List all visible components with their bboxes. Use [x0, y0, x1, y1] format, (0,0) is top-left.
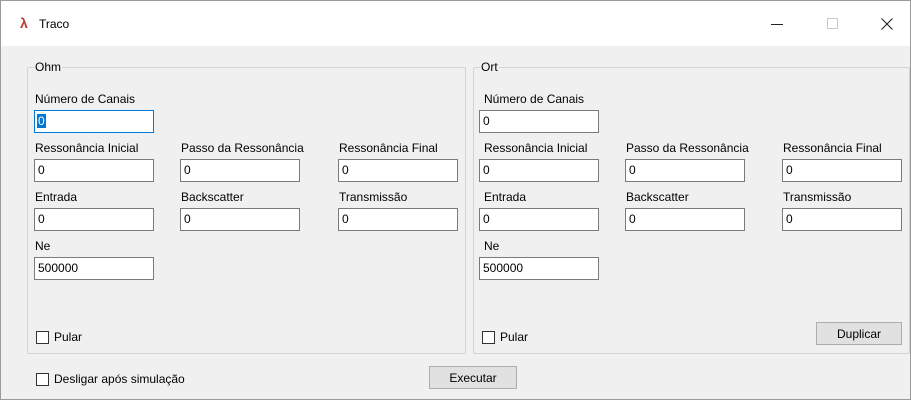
close-icon — [881, 17, 893, 30]
minimize-icon — [771, 23, 783, 25]
ort-passo-input[interactable]: 0 — [625, 159, 745, 182]
maximize-icon — [826, 18, 838, 29]
ohm-num-canais-input[interactable]: 0 — [34, 110, 154, 133]
ohm-pular-label: Pular — [54, 330, 83, 344]
ohm-passo-label: Passo da Ressonância — [181, 141, 304, 155]
ohm-num-canais-label: Número de Canais — [35, 92, 136, 106]
ort-pular-checkbox[interactable]: Pular — [482, 330, 528, 344]
ort-group-title: Ort — [481, 60, 498, 74]
minimize-button[interactable] — [754, 1, 800, 46]
ohm-ress-final-input[interactable]: 0 — [338, 159, 458, 182]
lambda-icon: λ — [20, 15, 28, 31]
ohm-transmissao-input[interactable]: 0 — [338, 208, 458, 231]
maximize-button[interactable] — [809, 1, 855, 46]
ort-entrada-label: Entrada — [484, 190, 527, 204]
ort-pular-label: Pular — [500, 330, 529, 344]
ohm-ress-final-label: Ressonância Final — [339, 141, 438, 155]
ort-num-canais-label: Número de Canais — [484, 92, 585, 106]
ohm-ne-label: Ne — [35, 239, 51, 253]
ort-ne-input[interactable]: 500000 — [479, 257, 599, 280]
ort-ress-final-input[interactable]: 0 — [782, 159, 902, 182]
ohm-ne-input[interactable]: 500000 — [34, 257, 154, 280]
ort-ress-inicial-label: Ressonância Inicial — [484, 141, 588, 155]
duplicar-button[interactable]: Duplicar — [816, 322, 902, 345]
ohm-ress-inicial-label: Ressonância Inicial — [35, 141, 139, 155]
desligar-box[interactable] — [36, 372, 49, 386]
desligar-label: Desligar após simulação — [54, 372, 185, 386]
ohm-entrada-label: Entrada — [35, 190, 78, 204]
ohm-backscatter-label: Backscatter — [181, 190, 244, 204]
ort-pular-box[interactable] — [482, 330, 495, 344]
desligar-checkbox[interactable]: Desligar após simulação — [36, 372, 185, 386]
ort-backscatter-input[interactable]: 0 — [625, 208, 745, 231]
ort-ne-label: Ne — [484, 239, 500, 253]
ohm-ress-inicial-input[interactable]: 0 — [34, 159, 154, 182]
close-button[interactable] — [864, 1, 910, 46]
ort-transmissao-label: Transmissão — [783, 190, 852, 204]
ohm-pular-checkbox[interactable]: Pular — [36, 330, 82, 344]
app-window: λ Traco Ohm Número de Canais 0 Ressonânc… — [0, 0, 911, 400]
ort-entrada-input[interactable]: 0 — [479, 208, 599, 231]
ohm-num-canais-value: 0 — [37, 114, 46, 128]
ohm-transmissao-label: Transmissão — [339, 190, 408, 204]
ort-passo-label: Passo da Ressonância — [626, 141, 749, 155]
ohm-group-title: Ohm — [35, 60, 62, 74]
ohm-passo-input[interactable]: 0 — [180, 159, 300, 182]
ort-backscatter-label: Backscatter — [626, 190, 689, 204]
ort-num-canais-input[interactable]: 0 — [479, 110, 599, 133]
ort-transmissao-input[interactable]: 0 — [782, 208, 902, 231]
ort-ress-final-label: Ressonância Final — [783, 141, 882, 155]
window-title: Traco — [39, 17, 70, 31]
ohm-pular-box[interactable] — [36, 330, 49, 344]
ort-ress-inicial-input[interactable]: 0 — [479, 159, 599, 182]
title-bar: λ Traco — [1, 1, 910, 46]
ohm-backscatter-input[interactable]: 0 — [180, 208, 300, 231]
executar-button[interactable]: Executar — [429, 366, 517, 389]
ohm-entrada-input[interactable]: 0 — [34, 208, 154, 231]
